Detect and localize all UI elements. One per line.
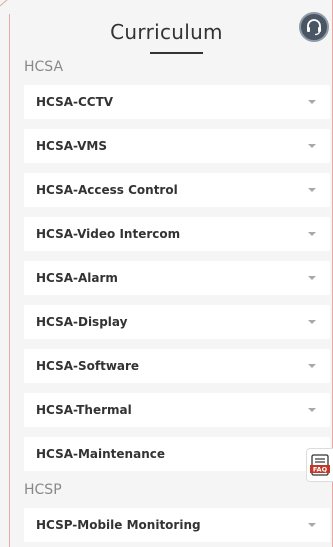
section-label-hcsa: HCSA <box>24 59 64 75</box>
svg-text:FAQ: FAQ <box>313 466 328 474</box>
chevron-down-icon <box>308 188 316 192</box>
chevron-down-icon <box>308 364 316 368</box>
item-label: HCSA-Alarm <box>36 271 118 285</box>
item-label: HCSA-Maintenance <box>36 447 165 461</box>
item-label: HCSA-CCTV <box>36 95 114 109</box>
title-underline <box>150 52 203 54</box>
chevron-down-icon <box>308 144 316 148</box>
item-label: HCSA-Display <box>36 315 128 329</box>
page-title: Curriculum <box>110 20 223 44</box>
item-label: HCSA-Access Control <box>36 183 178 197</box>
headset-icon <box>307 19 321 36</box>
curriculum-panel: Curriculum HCSA HCSA-CCTV HCSA-VMS HCSA-… <box>0 0 333 547</box>
section-label-hcsp: HCSP <box>24 482 62 498</box>
chevron-down-icon <box>308 232 316 236</box>
chevron-down-icon <box>308 523 316 527</box>
curriculum-item-hcsa-cctv[interactable]: HCSA-CCTV <box>24 85 330 119</box>
faq-button[interactable]: FAQ <box>306 448 333 482</box>
item-label: HCSA-VMS <box>36 139 107 153</box>
corner-decoration <box>0 0 16 16</box>
curriculum-item-hcsa-display[interactable]: HCSA-Display <box>24 305 330 339</box>
help-button[interactable] <box>299 12 329 42</box>
chevron-down-icon <box>308 320 316 324</box>
chevron-down-icon <box>308 276 316 280</box>
curriculum-item-hcsa-software[interactable]: HCSA-Software <box>24 349 330 383</box>
left-divider <box>9 14 10 547</box>
curriculum-item-hcsa-alarm[interactable]: HCSA-Alarm <box>24 261 330 295</box>
curriculum-item-hcsa-video-intercom[interactable]: HCSA-Video Intercom <box>24 217 330 251</box>
curriculum-item-hcsa-thermal[interactable]: HCSA-Thermal <box>24 393 330 427</box>
chevron-down-icon <box>308 408 316 412</box>
item-label: HCSA-Video Intercom <box>36 227 181 241</box>
chevron-down-icon <box>308 100 316 104</box>
item-label: HCSA-Thermal <box>36 403 132 417</box>
curriculum-item-hcsp-mobile-monitoring[interactable]: HCSP-Mobile Monitoring <box>24 508 330 542</box>
item-label: HCSA-Software <box>36 359 140 373</box>
curriculum-item-hcsa-vms[interactable]: HCSA-VMS <box>24 129 330 163</box>
curriculum-item-hcsa-maintenance[interactable]: HCSA-Maintenance <box>24 437 330 471</box>
curriculum-item-hcsa-access-control[interactable]: HCSA-Access Control <box>24 173 330 207</box>
faq-icon: FAQ <box>310 454 330 476</box>
item-label: HCSP-Mobile Monitoring <box>36 518 201 532</box>
